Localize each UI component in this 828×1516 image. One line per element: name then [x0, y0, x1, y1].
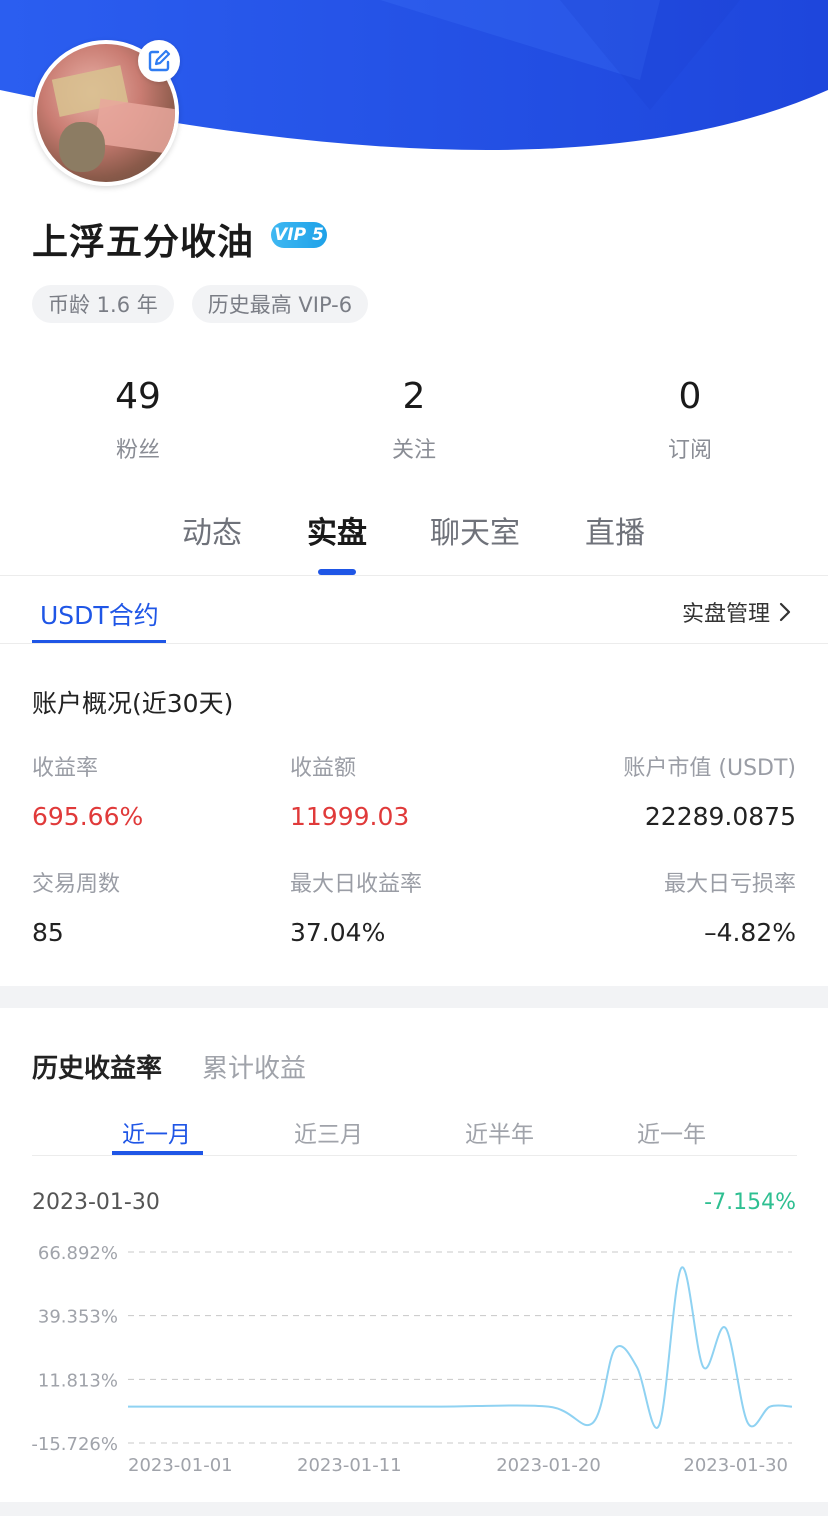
account-market-value: 账户市值 (USDT) 22289.0875 — [623, 750, 796, 831]
tab-live-stream[interactable]: 直播 — [585, 508, 645, 552]
tab-cumulative-return[interactable]: 累计收益 — [202, 1048, 306, 1085]
metric-label: 最大日亏损率 — [663, 872, 796, 897]
return-rate: 收益率 695.66% — [32, 750, 143, 831]
y-tick-label: 39.353% — [38, 1307, 118, 1328]
bottom-separator — [0, 1502, 828, 1516]
y-tick-label: 66.892% — [38, 1243, 118, 1264]
series-line — [128, 1266, 793, 1429]
stat-label: 关注 — [391, 438, 436, 463]
edit-profile-button[interactable] — [138, 40, 180, 82]
following-stat[interactable]: 2 关注 — [276, 372, 552, 464]
return-chart[interactable]: 66.892% 39.353% 11.813% -15.726% 2023-01-01 2… — [0, 1230, 828, 1490]
overview-title: 账户概况(近30天) — [32, 689, 234, 718]
max-daily-return: 最大日收益率 37.04% — [290, 866, 422, 947]
range-1m[interactable]: 近一月 — [122, 1115, 191, 1149]
tab-dynamics[interactable]: 动态 — [182, 508, 242, 552]
metric-value: 85 — [32, 918, 64, 947]
return-amount: 收益额 11999.03 — [290, 750, 409, 831]
chevron-right-icon — [779, 602, 791, 622]
max-daily-loss: 最大日亏损率 –4.82% — [664, 866, 796, 947]
metric-label: 交易周数 — [32, 872, 121, 897]
stat-number: 0 — [678, 376, 702, 417]
range-tabs: 近一月 近三月 近半年 近一年 — [32, 1110, 797, 1156]
sub-tab-indicator — [32, 640, 166, 643]
manage-label: 实盘管理 — [681, 602, 770, 627]
profile-stats: 49 粉丝 2 关注 0 订阅 — [0, 372, 828, 464]
metric-value: –4.82% — [704, 918, 796, 947]
avatar-portrait — [59, 122, 105, 172]
history-tabs: 历史收益率 累计收益 — [32, 1048, 306, 1085]
followers-stat[interactable]: 49 粉丝 — [0, 372, 276, 464]
stat-label: 订阅 — [667, 438, 712, 463]
metric-value: 22289.0875 — [644, 802, 796, 831]
trading-weeks: 交易周数 85 — [32, 866, 120, 947]
stat-number: 49 — [115, 376, 161, 417]
x-tick-label: 2023-01-30 — [683, 1455, 788, 1476]
metric-label: 收益额 — [290, 756, 357, 781]
section-separator — [0, 986, 828, 1008]
metric-label: 收益率 — [32, 756, 99, 781]
metric-value: 695.66% — [32, 802, 144, 831]
coin-age-tag: 币龄 1.6 年 — [32, 285, 174, 323]
chart-current-date: 2023-01-30 — [32, 1190, 160, 1215]
stat-label: 粉丝 — [115, 438, 160, 463]
tab-chatroom[interactable]: 聊天室 — [430, 508, 520, 552]
x-tick-label: 2023-01-11 — [297, 1455, 402, 1476]
contract-bar: USDT合约 实盘管理 — [0, 576, 828, 644]
x-tick-label: 2023-01-01 — [128, 1455, 233, 1476]
metric-value: 11999.03 — [290, 802, 410, 831]
metric-label: 账户市值 (USDT) — [623, 756, 796, 781]
stat-number: 2 — [402, 376, 426, 417]
manage-trading-link[interactable]: 实盘管理 — [682, 596, 792, 628]
profile-tags: 币龄 1.6 年 历史最高 VIP-6 — [32, 285, 369, 323]
chart-current-value: -7.154% — [704, 1190, 796, 1215]
range-6m[interactable]: 近半年 — [465, 1115, 534, 1149]
range-1y[interactable]: 近一年 — [637, 1115, 706, 1149]
tab-history-return[interactable]: 历史收益率 — [32, 1048, 162, 1085]
avatar-banknote — [94, 98, 175, 155]
y-tick-label: -15.726% — [31, 1434, 118, 1455]
x-tick-label: 2023-01-20 — [496, 1455, 601, 1476]
tab-live-trading[interactable]: 实盘 — [307, 508, 367, 552]
metric-label: 最大日收益率 — [290, 872, 423, 897]
highest-vip-tag: 历史最高 VIP-6 — [191, 285, 369, 323]
range-indicator — [112, 1151, 203, 1155]
main-tabs: 动态 实盘 聊天室 直播 — [0, 508, 828, 575]
y-tick-label: 11.813% — [38, 1370, 118, 1391]
username: 上浮五分收油 — [32, 222, 255, 263]
vip-badge: VIP 5 — [271, 222, 327, 248]
range-3m[interactable]: 近三月 — [294, 1115, 363, 1149]
metric-value: 37.04% — [290, 918, 386, 947]
subscriptions-stat[interactable]: 0 订阅 — [552, 372, 828, 464]
tab-usdt-contract[interactable]: USDT合约 — [40, 596, 159, 632]
edit-icon — [148, 49, 171, 72]
